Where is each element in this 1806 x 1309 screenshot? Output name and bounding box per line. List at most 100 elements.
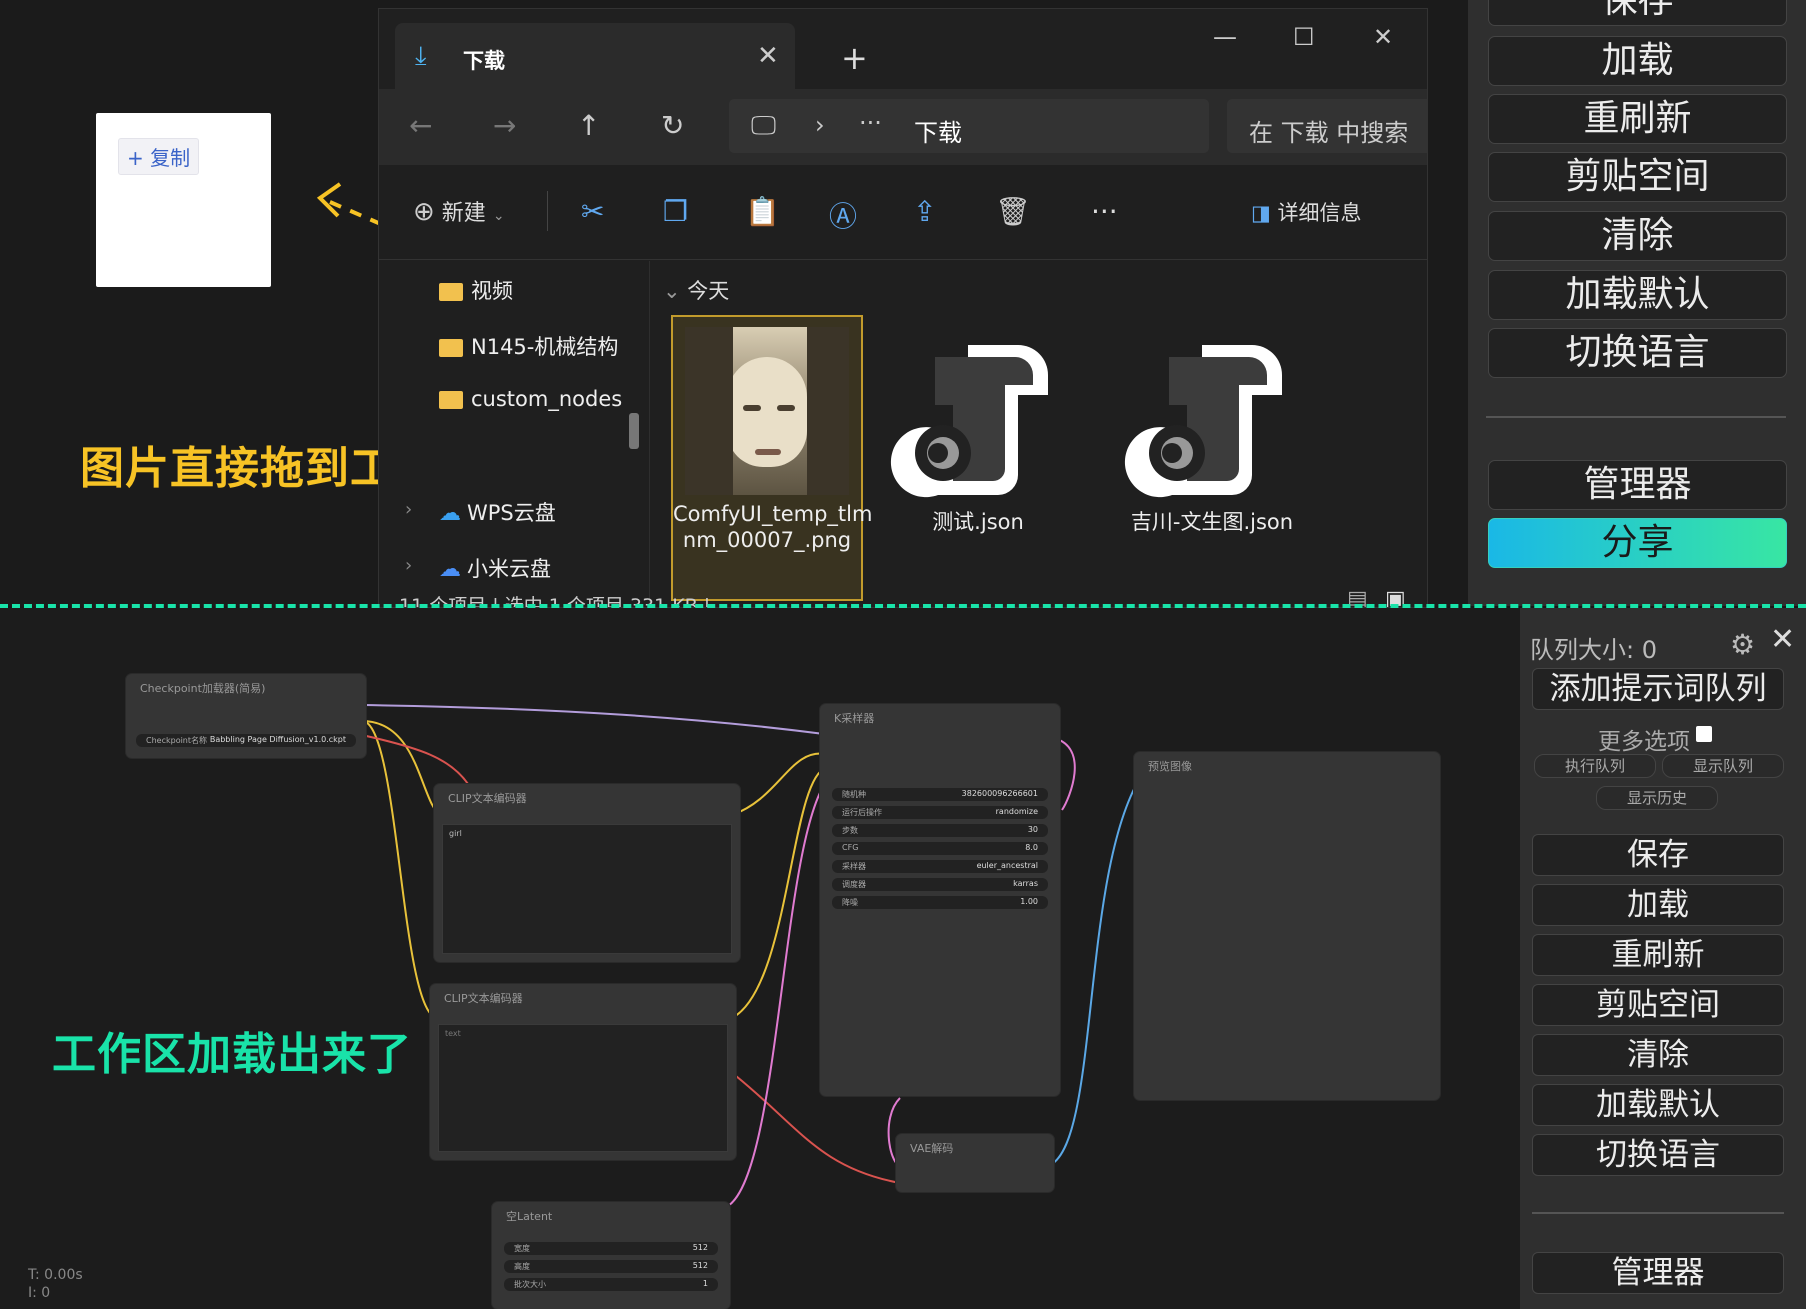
load-button[interactable]: 加载 (1532, 884, 1784, 926)
forward-icon[interactable]: → (493, 109, 516, 142)
widget-value: 512 (692, 1261, 708, 1270)
menu-load-default-button[interactable]: 加载默认 (1488, 270, 1787, 320)
menu-load-button[interactable]: 加载 (1488, 36, 1787, 86)
more-options-checkbox[interactable] (1696, 726, 1712, 742)
paste-icon[interactable]: 📋 (745, 195, 780, 228)
widget-label: 宽度 (514, 1244, 530, 1253)
widget-label: 采样器 (842, 862, 866, 871)
control-after-generate-widget[interactable]: 运行后操作 randomize (832, 806, 1048, 819)
rename-icon[interactable]: Ⓐ (829, 195, 857, 235)
search-placeholder: 在 下载 中搜索 (1249, 119, 1409, 147)
expand-chevron-icon[interactable]: › (405, 499, 412, 520)
clipspace-button[interactable]: 剪贴空间 (1532, 984, 1784, 1026)
prompt-textarea[interactable]: girl (442, 824, 732, 954)
menu-save-button[interactable]: 保存 (1488, 0, 1787, 26)
denoise-widget[interactable]: 降噪 1.00 (832, 896, 1048, 909)
menu-share-button[interactable]: 分享 (1488, 518, 1787, 568)
node-title: 预览图像 (1148, 760, 1192, 773)
ckpt-name-widget[interactable]: Checkpoint名称 Babbling Page Diffusion_v1.… (136, 734, 356, 747)
more-icon[interactable]: ··· (1091, 195, 1118, 228)
manager-button[interactable]: 管理器 (1532, 1252, 1784, 1294)
show-queue-button[interactable]: 显示队列 (1662, 754, 1784, 778)
file-explorer-window: ⤓ 下载 ✕ + — ☐ ✕ ← → ↑ ↻ 🖵 › ··· 下载 在 下载 中… (378, 8, 1428, 608)
maximize-icon[interactable]: ☐ (1293, 23, 1315, 51)
new-tab-icon[interactable]: + (841, 39, 868, 77)
widget-value: 382600096266601 (961, 789, 1038, 798)
expand-chevron-icon[interactable]: › (405, 555, 412, 576)
width-widget[interactable]: 宽度 512 (504, 1242, 718, 1255)
copy-icon[interactable]: ❐ (663, 195, 688, 228)
search-box[interactable]: 在 下载 中搜索 (1227, 99, 1427, 153)
sidebar-scrollbar[interactable] (629, 413, 639, 449)
scheduler-widget[interactable]: 调度器 karras (832, 878, 1048, 891)
batch-size-widget[interactable]: 批次大小 1 (504, 1278, 718, 1291)
toolbar-divider (547, 191, 548, 231)
menu-divider (1532, 1212, 1784, 1214)
sampler-widget[interactable]: 采样器 euler_ancestral (832, 860, 1048, 873)
clear-button[interactable]: 清除 (1532, 1034, 1784, 1076)
prompt-textarea[interactable]: text (438, 1024, 728, 1152)
menu-clipspace-button[interactable]: 剪贴空间 (1488, 152, 1787, 202)
index-text: I: 0 (28, 1285, 51, 1301)
save-button[interactable]: 保存 (1532, 834, 1784, 876)
group-header[interactable]: ⌄ 今天 (663, 275, 729, 305)
close-tab-icon[interactable]: ✕ (757, 41, 779, 71)
preview-image-node[interactable]: 预览图像 (1134, 752, 1440, 1100)
up-icon[interactable]: ↑ (577, 109, 600, 142)
file-item-image[interactable]: ComfyUI_temp_tlm nm_00007_.png (671, 315, 872, 601)
load-default-button[interactable]: 加载默认 (1532, 1084, 1784, 1126)
minimize-icon[interactable]: — (1213, 23, 1237, 51)
ksampler-node[interactable]: K采样器 随机种 382600096266601 运行后操作 randomize 步… (820, 704, 1060, 1096)
address-bar[interactable]: 🖵 › ··· 下载 (729, 99, 1209, 153)
eye-right (777, 405, 795, 411)
sidebar-item-custom-nodes[interactable]: custom_nodes (439, 387, 622, 411)
clip-text-encode-node-negative[interactable]: CLIP文本编码器 text (430, 984, 736, 1160)
queue-prompt-button[interactable]: 添加提示词队列 (1532, 668, 1784, 710)
tab-downloads[interactable]: ⤓ 下载 ✕ (395, 23, 795, 89)
sidebar-item-videos[interactable]: 视频 (439, 275, 513, 305)
refresh-icon[interactable]: ↻ (661, 109, 684, 142)
tab-title: 下载 (463, 49, 505, 73)
clip-text-encode-node-positive[interactable]: CLIP文本编码器 girl (434, 784, 740, 962)
copy-button[interactable]: + 复制 (118, 138, 200, 175)
close-window-icon[interactable]: ✕ (1373, 23, 1393, 51)
sidebar-item-n145[interactable]: N145-机械结构 (439, 331, 618, 361)
menu-switch-language-button[interactable]: 切换语言 (1488, 328, 1787, 378)
share-icon[interactable]: ⇪ (913, 195, 936, 228)
navigation-bar: ← → ↑ ↻ 🖵 › ··· 下载 在 下载 中搜索 (379, 89, 1427, 165)
timing-readout: T: 0.00s I: 0 (28, 1266, 83, 1302)
widget-label: 高度 (514, 1262, 530, 1271)
refresh-button[interactable]: 重刷新 (1532, 934, 1784, 976)
file-name: 测试.json (932, 510, 1024, 534)
mouth (755, 449, 781, 455)
cut-icon[interactable]: ✂ (581, 195, 604, 228)
checkpoint-loader-node[interactable]: Checkpoint加载器(简易) Checkpoint名称 Babbling … (126, 674, 366, 758)
switch-language-button[interactable]: 切换语言 (1532, 1134, 1784, 1176)
menu-manager-button[interactable]: 管理器 (1488, 460, 1787, 510)
height-widget[interactable]: 高度 512 (504, 1260, 718, 1273)
new-button[interactable]: ⊕ 新建 ⌄ (413, 195, 505, 227)
menu-clear-button[interactable]: 清除 (1488, 211, 1787, 261)
steps-widget[interactable]: 步数 30 (832, 824, 1048, 837)
delete-icon[interactable]: 🗑 (995, 195, 1031, 228)
file-item-json-test[interactable]: 测试.json (883, 315, 1073, 535)
empty-latent-node[interactable]: 空Latent 宽度 512 高度 512 批次大小 1 (492, 1202, 730, 1309)
queue-size-label: 队列大小: 0 (1530, 636, 1657, 664)
close-icon[interactable]: ✕ (1770, 622, 1795, 657)
cfg-widget[interactable]: CFG 8.0 (832, 842, 1048, 855)
back-icon[interactable]: ← (409, 109, 432, 142)
details-button[interactable]: ◨ 详细信息 (1251, 197, 1362, 227)
sidebar-label: WPS云盘 (467, 501, 556, 525)
seed-widget[interactable]: 随机种 382600096266601 (832, 788, 1048, 801)
sidebar-item-mi-cloud[interactable]: ☁ 小米云盘 (439, 553, 551, 583)
vae-decode-node[interactable]: VAE解码 (896, 1134, 1054, 1192)
file-item-json-wenshengtu[interactable]: 吉川-文生图.json (1117, 315, 1307, 535)
more-path-icon[interactable]: ··· (859, 109, 882, 137)
view-queue-button[interactable]: 执行队列 (1534, 754, 1656, 778)
node-title: CLIP文本编码器 (448, 792, 527, 805)
menu-refresh-button[interactable]: 重刷新 (1488, 94, 1787, 144)
view-history-button[interactable]: 显示历史 (1596, 786, 1718, 810)
sidebar-item-wps-cloud[interactable]: ☁ WPS云盘 (439, 497, 556, 527)
gear-icon[interactable]: ⚙ (1730, 628, 1755, 661)
new-label: 新建 (441, 201, 486, 226)
